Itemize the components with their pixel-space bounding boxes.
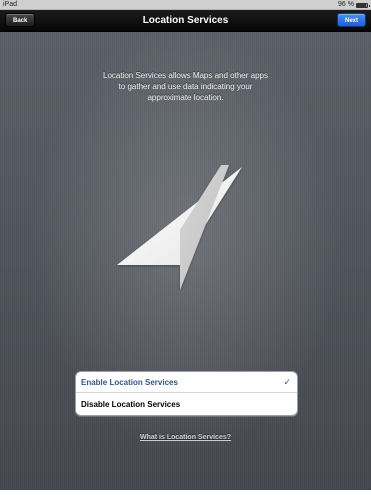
enable-location-option[interactable]: Enable Location Services ✓: [76, 372, 297, 393]
navigation-bar: Back Location Services Next: [0, 10, 371, 32]
next-button[interactable]: Next: [336, 13, 366, 27]
intro-text: Location Services allows Maps and other …: [103, 71, 268, 102]
battery-percentage: 96 %: [338, 1, 354, 8]
status-bar: iPad 96 %: [0, 0, 371, 10]
checkmark-icon: ✓: [283, 377, 291, 387]
battery-indicator: 96 %: [338, 0, 370, 10]
device-name: iPad: [3, 1, 18, 8]
battery-icon: [356, 2, 370, 8]
help-link[interactable]: What is Location Services?: [0, 434, 371, 441]
location-options-list: Enable Location Services ✓ Disable Locat…: [75, 371, 298, 416]
disable-location-option[interactable]: Disable Location Services: [76, 394, 297, 415]
page-title: Location Services: [142, 15, 229, 26]
enable-location-label: Enable Location Services: [81, 378, 178, 387]
disable-location-label: Disable Location Services: [81, 400, 181, 409]
location-arrow-icon: [117, 165, 242, 290]
setup-content: Location Services allows Maps and other …: [0, 32, 371, 490]
